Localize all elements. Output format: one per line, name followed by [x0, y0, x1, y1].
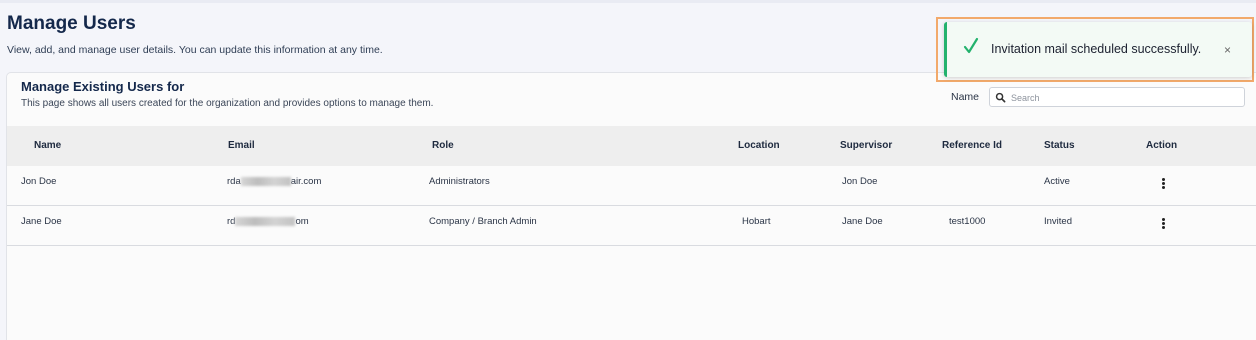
more-vertical-icon[interactable] [1159, 177, 1169, 191]
page-title: Manage Users [7, 13, 136, 34]
column-header-email[interactable]: Email [228, 140, 255, 151]
close-icon[interactable]: × [1224, 43, 1231, 57]
card-title: Manage Existing Users for [21, 79, 185, 94]
user-reference-id: test1000 [949, 216, 986, 227]
success-toast: Invitation mail scheduled successfully. … [944, 22, 1252, 77]
user-supervisor: Jane Doe [842, 216, 883, 227]
email-suffix: air.com [290, 176, 322, 187]
user-location: Hobart [742, 216, 771, 227]
top-strip [0, 0, 1256, 3]
toast-message: Invitation mail scheduled successfully. [991, 42, 1202, 56]
email-prefix: rda [227, 176, 241, 187]
table-row: Jane Doe rd om Company / Branch Admin Hob… [7, 206, 1256, 246]
user-name[interactable]: Jon Doe [21, 176, 56, 187]
table-row: Jon Doe rda air.com Administrators Jon Do… [7, 166, 1256, 206]
email-prefix: rd [227, 216, 236, 227]
column-header-supervisor[interactable]: Supervisor [840, 140, 892, 151]
table-header: Name Email Role Location Supervisor Refe… [7, 126, 1256, 166]
user-role: Company / Branch Admin [429, 216, 537, 227]
card-subtitle: This page shows all users created for th… [21, 98, 434, 109]
user-role: Administrators [429, 176, 490, 187]
column-header-role[interactable]: Role [432, 140, 454, 151]
search-icon [995, 92, 1006, 103]
user-status: Invited [1044, 216, 1072, 227]
more-vertical-icon[interactable] [1159, 217, 1169, 231]
email-suffix: om [295, 216, 309, 227]
check-icon [963, 37, 979, 54]
search-input[interactable] [1011, 90, 1239, 105]
name-filter-label: Name [951, 91, 980, 103]
search-box[interactable] [989, 87, 1245, 107]
user-email: rd om [227, 216, 309, 227]
column-header-name[interactable]: Name [34, 140, 61, 151]
column-header-status[interactable]: Status [1044, 140, 1075, 151]
column-header-reference-id[interactable]: Reference Id [942, 140, 1002, 151]
redacted-email-blur [240, 176, 291, 186]
user-name[interactable]: Jane Doe [21, 216, 62, 227]
page-subtitle: View, add, and manage user details. You … [7, 44, 383, 56]
users-card: Manage Existing Users for This page show… [6, 72, 1256, 340]
user-status: Active [1044, 176, 1070, 187]
column-header-location[interactable]: Location [738, 140, 780, 151]
column-header-action: Action [1146, 140, 1178, 151]
user-email: rda air.com [227, 176, 321, 187]
redacted-email-blur [235, 216, 296, 226]
user-supervisor: Jon Doe [842, 176, 878, 187]
